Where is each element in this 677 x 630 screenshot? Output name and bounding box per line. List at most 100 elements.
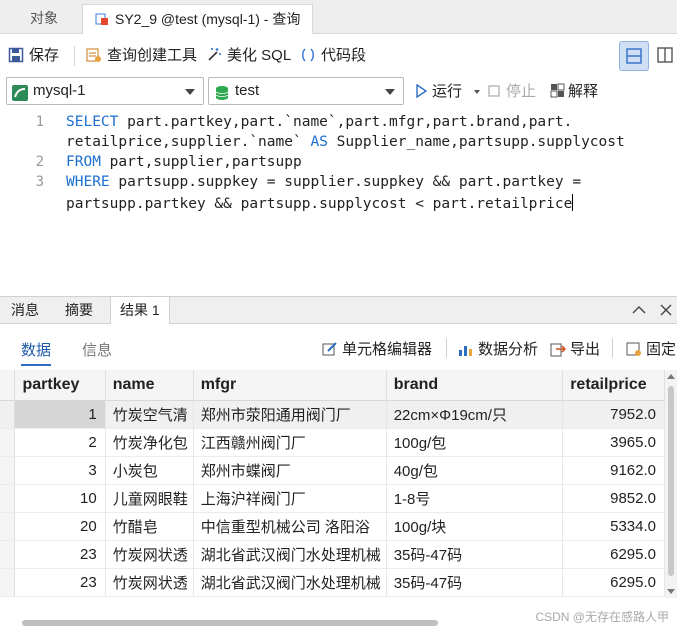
query-builder-button[interactable]: 查询创建工具 [86, 46, 197, 68]
split-layout-button[interactable] [619, 41, 649, 71]
collapse-panel-icon[interactable] [632, 305, 646, 315]
sql-text: part.partkey,part.`name`,part.mfgr,part.… [118, 114, 573, 130]
table-cell-brand[interactable]: 100g/块 [386, 512, 564, 541]
side-layout-button[interactable] [651, 41, 677, 71]
parentheses-icon [300, 47, 316, 63]
cell-editor-button[interactable]: 单元格编辑器 [322, 338, 432, 359]
result-grid[interactable]: partkey name mfgr brand retailprice 1 竹炭空… [0, 370, 665, 598]
tab-query[interactable]: SY2_9 @test (mysql-1) - 查询 [82, 4, 314, 34]
subtab-data[interactable]: 数据 [21, 339, 52, 366]
pin-button[interactable]: 固定 [626, 338, 676, 359]
save-button[interactable]: 保存 [8, 46, 59, 68]
tab-messages-label: 消息 [11, 302, 39, 318]
row-header[interactable] [0, 484, 16, 513]
code-snippet-button[interactable]: 代码段 [300, 46, 366, 68]
tab-summary-label: 摘要 [65, 302, 93, 318]
table-cell-brand[interactable]: 35码-47码 [386, 540, 564, 569]
table-row[interactable]: 1 竹炭空气清 郑州市荥阳通用阀门厂 22cm×Φ19cm/只 7952.0 [0, 400, 665, 429]
table-cell-partkey[interactable]: 23 [14, 568, 106, 597]
table-cell-mfgr[interactable]: 湖北省武汉阀门水处理机械 [193, 568, 387, 597]
table-cell-retailprice[interactable]: 6295.0 [562, 540, 665, 569]
tab-bar: 对象 SY2_9 @test (mysql-1) - 查询 [0, 0, 677, 34]
table-cell-name[interactable]: 小炭包 [105, 456, 194, 485]
row-header[interactable] [0, 540, 16, 569]
row-header[interactable] [0, 568, 16, 597]
table-cell-partkey[interactable]: 23 [14, 540, 106, 569]
scroll-down-icon[interactable] [667, 589, 675, 594]
table-cell-mfgr[interactable]: 湖北省武汉阀门水处理机械 [193, 540, 387, 569]
stop-button[interactable]: 停止 [488, 82, 536, 102]
table-cell-brand[interactable]: 100g/包 [386, 428, 564, 457]
table-cell-brand[interactable]: 22cm×Φ19cm/只 [386, 400, 564, 429]
close-panel-icon[interactable] [660, 304, 672, 316]
table-cell-mfgr[interactable]: 郑州市荥阳通用阀门厂 [193, 400, 387, 429]
subtab-info[interactable]: 信息 [82, 339, 112, 360]
column-header-mfgr[interactable]: mfgr [193, 370, 387, 401]
scroll-up-icon[interactable] [667, 374, 675, 379]
table-row[interactable]: 2 竹炭净化包 江西赣州阀门厂 100g/包 3965.0 [0, 428, 665, 457]
table-cell-retailprice[interactable]: 3965.0 [562, 428, 665, 457]
table-row[interactable]: 3 小炭包 郑州市蝶阀厂 40g/包 9162.0 [0, 456, 665, 485]
explain-label: 解释 [568, 83, 599, 100]
table-row[interactable]: 23 竹炭网状透 湖北省武汉阀门水处理机械 35码-47码 6295.0 [0, 540, 665, 569]
vertical-scrollbar[interactable] [665, 370, 677, 598]
table-cell-retailprice[interactable]: 6295.0 [562, 568, 665, 597]
database-select[interactable]: test [208, 77, 404, 105]
table-cell-name[interactable]: 竹炭空气清 [105, 400, 194, 429]
scroll-thumb[interactable] [22, 620, 438, 626]
table-cell-mfgr[interactable]: 中信重型机械公司 洛阳浴 [193, 512, 387, 541]
table-cell-name[interactable]: 竹炭网状透 [105, 540, 194, 569]
export-button[interactable]: 导出 [550, 338, 600, 359]
table-row[interactable]: 20 竹醋皂 中信重型机械公司 洛阳浴 100g/块 5334.0 [0, 512, 665, 541]
split-layout-icon [626, 48, 642, 64]
side-layout-icon [657, 47, 673, 63]
scroll-thumb[interactable] [668, 386, 674, 576]
tab-summary[interactable]: 摘要 [56, 297, 102, 324]
table-cell-mfgr[interactable]: 郑州市蝶阀厂 [193, 456, 387, 485]
table-cell-partkey[interactable]: 3 [14, 456, 106, 485]
sql-editor[interactable]: 1 2 3 SELECT part.partkey,part.`name`,pa… [0, 110, 677, 296]
tab-objects[interactable]: 对象 [18, 4, 70, 34]
table-row[interactable]: 23 竹炭网状透 湖北省武汉阀门水处理机械 35码-47码 6295.0 [0, 568, 665, 597]
table-cell-brand[interactable]: 40g/包 [386, 456, 564, 485]
table-cell-name[interactable]: 竹炭网状透 [105, 568, 194, 597]
column-header-name[interactable]: name [105, 370, 194, 401]
table-cell-retailprice[interactable]: 7952.0 [562, 400, 665, 429]
tab-result-1[interactable]: 结果 1 [110, 297, 170, 325]
column-header-partkey[interactable]: partkey [14, 370, 106, 401]
pin-icon [626, 341, 642, 357]
connection-select[interactable]: mysql-1 [6, 77, 204, 105]
table-row[interactable]: 10 儿童网眼鞋 上海沪祥阀门厂 1-8号 9852.0 [0, 484, 665, 513]
tab-messages[interactable]: 消息 [2, 297, 48, 324]
row-header[interactable] [0, 512, 16, 541]
beautify-sql-button[interactable]: 美化 SQL [206, 46, 291, 68]
row-header[interactable] [0, 400, 16, 429]
table-cell-name[interactable]: 儿童网眼鞋 [105, 484, 194, 513]
table-cell-partkey[interactable]: 1 [14, 400, 106, 429]
table-cell-partkey[interactable]: 2 [14, 428, 106, 457]
table-cell-brand[interactable]: 1-8号 [386, 484, 564, 513]
table-cell-name[interactable]: 竹炭净化包 [105, 428, 194, 457]
table-cell-retailprice[interactable]: 9852.0 [562, 484, 665, 513]
table-cell-brand[interactable]: 35码-47码 [386, 568, 564, 597]
data-analysis-button[interactable]: 数据分析 [458, 338, 538, 359]
run-dropdown-icon[interactable] [474, 90, 481, 94]
table-cell-name[interactable]: 竹醋皂 [105, 512, 194, 541]
column-header-retailprice[interactable]: retailprice [562, 370, 665, 401]
table-cell-retailprice[interactable]: 5334.0 [562, 512, 665, 541]
table-cell-retailprice[interactable]: 9162.0 [562, 456, 665, 485]
subbar-divider [612, 338, 613, 358]
row-header[interactable] [0, 456, 16, 485]
run-button[interactable]: 运行 [414, 82, 481, 102]
export-label: 导出 [570, 341, 601, 358]
column-header-brand[interactable]: brand [386, 370, 564, 401]
table-cell-mfgr[interactable]: 上海沪祥阀门厂 [193, 484, 387, 513]
table-cell-mfgr[interactable]: 江西赣州阀门厂 [193, 428, 387, 457]
play-icon [416, 83, 428, 99]
row-header[interactable] [0, 428, 16, 457]
code-snippet-label: 代码段 [321, 47, 367, 64]
table-cell-partkey[interactable]: 10 [14, 484, 106, 513]
table-cell-partkey[interactable]: 20 [14, 512, 106, 541]
explain-button[interactable]: 解释 [550, 82, 598, 102]
sql-text: partsupp.suppkey = supplier.suppkey && p… [109, 174, 582, 190]
